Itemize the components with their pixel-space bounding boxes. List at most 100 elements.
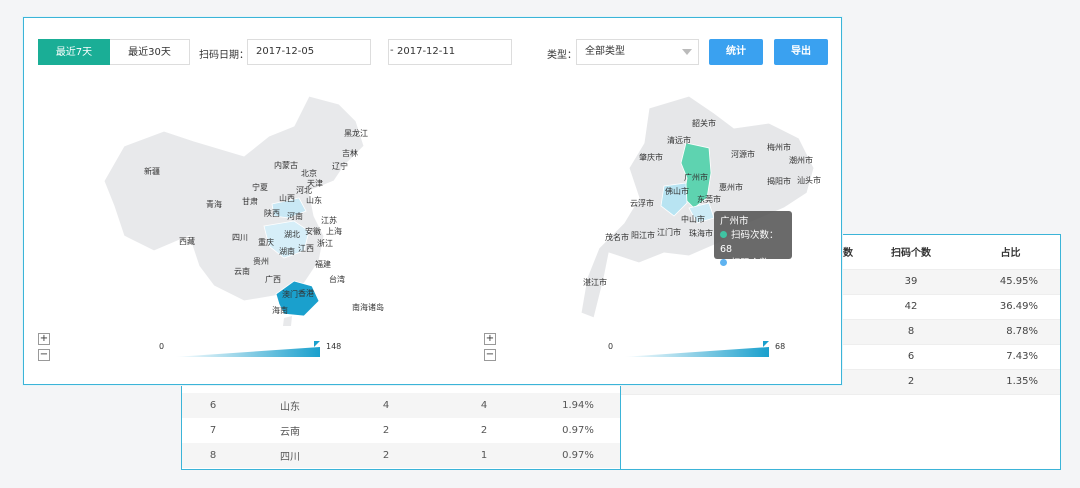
ratio-cell: 7.43% bbox=[1006, 351, 1038, 362]
map-label: 新疆 bbox=[144, 166, 160, 176]
map-label: 惠州市 bbox=[719, 182, 743, 192]
table-row: 8 四川 2 1 0.97% bbox=[182, 443, 624, 468]
date-from-input[interactable]: 2017-12-05 bbox=[247, 39, 371, 65]
map-label: 贵州 bbox=[253, 256, 269, 266]
map-label: 东莞市 bbox=[697, 194, 721, 204]
scale-handle-icon[interactable] bbox=[314, 341, 320, 347]
scan-items-cell: 4 bbox=[480, 400, 488, 411]
map-label: 江苏 bbox=[321, 215, 337, 225]
zoom-in-button[interactable]: + bbox=[38, 333, 50, 345]
chevron-down-icon bbox=[682, 49, 692, 55]
map-label: 黑龙江 bbox=[344, 128, 368, 138]
zoom-in-button[interactable]: + bbox=[484, 333, 496, 345]
map-label: 佛山市 bbox=[665, 186, 689, 196]
map-label: 清远市 bbox=[667, 135, 691, 145]
province-table-panel: 6 山东 4 4 1.94% 7 云南 2 2 0.97% 8 四川 2 1 0… bbox=[181, 378, 624, 470]
province-cell: 云南 bbox=[280, 427, 300, 438]
scan-items-cell: 6 bbox=[907, 351, 915, 362]
ratio-cell: 1.94% bbox=[562, 400, 594, 411]
tooltip-scan-count: 扫码次数：68 bbox=[720, 230, 779, 255]
map-label: 吉林 bbox=[342, 148, 358, 158]
map-label: 揭阳市 bbox=[767, 176, 791, 186]
map-label: 四川 bbox=[232, 233, 248, 242]
map-label: 潮州市 bbox=[789, 155, 813, 165]
type-label: 类型： bbox=[547, 50, 577, 61]
color-scale-bar bbox=[623, 347, 769, 357]
map-label: 重庆 bbox=[258, 237, 274, 247]
map-label: 宁夏 bbox=[252, 182, 268, 192]
table-row: 7 云南 2 2 0.97% bbox=[182, 418, 624, 443]
map-label: 肇庆市 bbox=[639, 152, 663, 162]
map-label: 北京 bbox=[301, 168, 317, 178]
scan-map-panel: 最近7天 最近30天 扫码日期： 2017-12-05 - 2017-12-11… bbox=[23, 17, 842, 385]
export-button[interactable]: 导出 bbox=[774, 39, 828, 65]
map-label: 山东 bbox=[306, 195, 322, 205]
scale-min: 0 bbox=[608, 342, 614, 351]
map-label: 香港 bbox=[298, 288, 314, 298]
map-label: 茂名市 bbox=[605, 232, 629, 242]
scan-count-dot-icon bbox=[720, 231, 727, 238]
tab-last-7-days[interactable]: 最近7天 bbox=[38, 39, 110, 65]
stat-button[interactable]: 统计 bbox=[709, 39, 763, 65]
header-ratio: 占比 bbox=[1000, 248, 1021, 260]
scan-items-dot-icon bbox=[720, 259, 727, 266]
map-label: 福建 bbox=[315, 259, 331, 269]
ratio-cell: 1.35% bbox=[1006, 376, 1038, 387]
tab-last-30-days[interactable]: 最近30天 bbox=[110, 39, 190, 65]
map-label: 广州市 bbox=[684, 172, 708, 182]
date-to-input[interactable]: 2017-12-11 bbox=[388, 39, 512, 65]
map-label: 江门市 bbox=[657, 227, 681, 237]
rank-cell: 7 bbox=[209, 425, 217, 436]
tooltip-city: 广州市 bbox=[720, 216, 749, 227]
scan-items-cell: 1 bbox=[480, 450, 488, 461]
province-table: 6 山东 4 4 1.94% 7 云南 2 2 0.97% 8 四川 2 1 0… bbox=[182, 393, 624, 468]
scan-items-cell: 2 bbox=[907, 376, 915, 387]
map-label: 台湾 bbox=[329, 274, 345, 284]
tooltip-line: 扫码个数：39 bbox=[720, 257, 786, 285]
map-label: 山西 bbox=[279, 193, 295, 203]
map-label: 河南 bbox=[287, 211, 303, 221]
map-label: 陕西 bbox=[264, 208, 280, 218]
ratio-cell: 0.97% bbox=[562, 425, 594, 436]
map-label: 云南 bbox=[234, 266, 250, 276]
map-label: 上海 bbox=[326, 226, 342, 236]
scale-max: 148 bbox=[326, 342, 342, 351]
scale-handle-icon[interactable] bbox=[763, 341, 769, 347]
map-label: 西藏 bbox=[179, 236, 195, 246]
scan-items-cell: 8 bbox=[907, 326, 915, 337]
map-label: 青海 bbox=[206, 199, 222, 209]
map-label: 河源市 bbox=[731, 149, 755, 159]
tooltip-scan-items: 扫码个数：39 bbox=[720, 258, 779, 283]
date-label: 扫码日期： bbox=[199, 50, 249, 61]
scan-count-cell: 2 bbox=[382, 425, 390, 436]
color-scale-bar bbox=[174, 347, 320, 357]
scale-min: 0 bbox=[159, 342, 165, 351]
map-label: 湖北 bbox=[284, 230, 300, 239]
tooltip-line: 扫码次数：68 bbox=[720, 229, 786, 257]
map-label: 珠海市 bbox=[689, 228, 713, 238]
map-label: 甘肃 bbox=[242, 196, 258, 206]
map-label: 浙江 bbox=[317, 238, 333, 248]
scan-items-cell: 2 bbox=[480, 425, 488, 436]
map-label: 汕头市 bbox=[797, 175, 821, 185]
map-label: 梅州市 bbox=[767, 142, 791, 152]
header-scan-items: 扫码个数 bbox=[891, 248, 931, 260]
table-row: 6 山东 4 4 1.94% bbox=[182, 393, 624, 418]
map-label: 阳江市 bbox=[631, 230, 655, 240]
map-label: 湛江市 bbox=[583, 277, 607, 287]
rank-cell: 8 bbox=[209, 450, 217, 461]
map-label: 澳门 bbox=[282, 289, 298, 299]
china-map: 黑龙江 吉林 辽宁 新疆 内蒙古 北京 天津 河北 宁夏 山西 甘肃 青海 山东… bbox=[103, 95, 384, 326]
type-select[interactable]: 全部类型 bbox=[576, 39, 699, 65]
zoom-out-button[interactable]: − bbox=[484, 349, 496, 361]
rank-cell: 6 bbox=[209, 400, 217, 411]
map-label: 中山市 bbox=[681, 214, 705, 224]
ratio-cell: 36.49% bbox=[999, 301, 1038, 312]
map-label: 海南 bbox=[272, 305, 288, 315]
map-tooltip: 广州市 扫码次数：68 扫码个数：39 bbox=[714, 211, 792, 283]
map-label: 辽宁 bbox=[332, 161, 348, 171]
ratio-cell: 8.78% bbox=[1006, 326, 1038, 337]
zoom-out-button[interactable]: − bbox=[38, 349, 50, 361]
province-cell: 四川 bbox=[280, 452, 300, 463]
scale-max: 68 bbox=[775, 342, 786, 351]
